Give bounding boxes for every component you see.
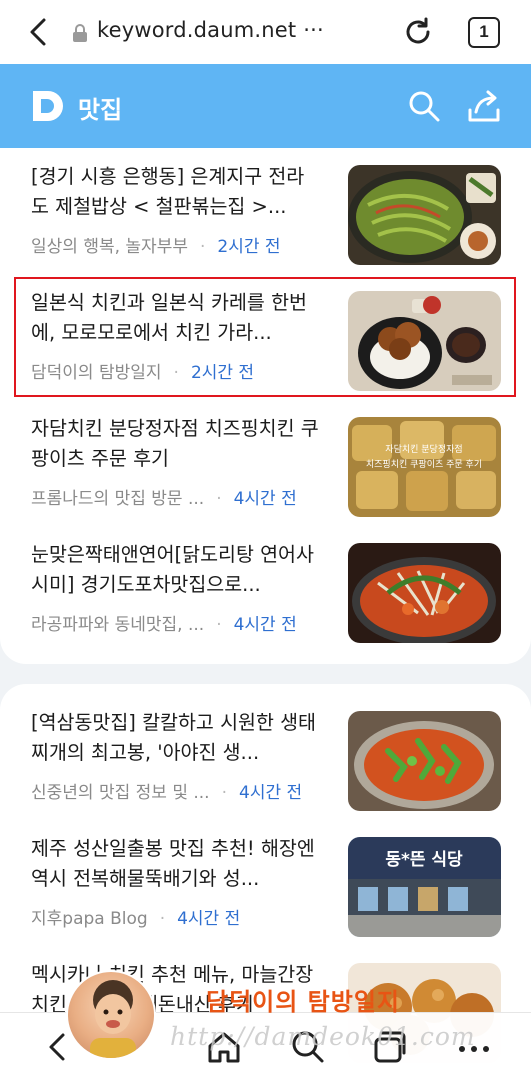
article-time: 4시간 전: [239, 783, 303, 803]
browser-toolbar: keyword.daum.net ··· 1: [0, 0, 531, 64]
article-item[interactable]: 눈맞은짝태앤연어[닭도리탕 연어사시미] 경기도포차맛집으로... 라공파파와 …: [0, 528, 531, 654]
daum-header: 맛집: [0, 64, 531, 148]
article-item[interactable]: [경기 시흥 은행동] 은계지구 전라도 제철밥상 < 철판볶는집 >... 일…: [0, 150, 531, 276]
section-title: 맛집: [78, 96, 123, 124]
thumb-caption: 치즈핑치킨 쿠팡이츠 주문 후기: [366, 458, 482, 470]
search-icon[interactable]: [288, 1027, 328, 1067]
article-meta: 프롬나드의 맛집 방문 ... · 4시간 전: [31, 489, 297, 509]
article-time: 4시간 전: [233, 615, 297, 635]
article-title[interactable]: 제주 성산일출봉 맛집 추천! 해장엔 역시 전복해물뚝배기와 성...: [31, 834, 321, 894]
url-bar[interactable]: keyword.daum.net ···: [97, 18, 324, 42]
lock-icon: [73, 24, 87, 42]
highlight-box: [14, 277, 516, 397]
search-icon[interactable]: [406, 88, 442, 124]
article-title[interactable]: [경기 시흥 은행동] 은계지구 전라도 제철밥상 < 철판볶는집 >...: [31, 162, 321, 222]
article-source: 라공파파와 동네맛집, ...: [31, 615, 205, 635]
home-icon[interactable]: [204, 1027, 244, 1067]
article-title[interactable]: 자담치킨 분당정자점 치즈핑치킨 쿠팡이츠 주문 후기: [31, 414, 321, 474]
share-icon[interactable]: [466, 88, 502, 124]
article-meta: 일상의 행복, 놀자부부 · 2시간 전: [31, 237, 281, 257]
article-card-group: [경기 시흥 은행동] 은계지구 전라도 제철밥상 < 철판볶는집 >... 일…: [0, 148, 531, 664]
article-title[interactable]: [역삼동맛집] 칼칼하고 시원한 생태찌개의 최고봉, '아야진 생...: [31, 708, 321, 768]
article-source: 프롬나드의 맛집 방문 ...: [31, 489, 205, 509]
article-source: 지후papa Blog: [31, 909, 148, 929]
article-thumbnail[interactable]: [348, 543, 501, 643]
daum-logo[interactable]: [30, 88, 66, 124]
article-meta: 신중년의 맛집 정보 및 ... · 4시간 전: [31, 783, 303, 803]
tabs-icon[interactable]: [370, 1027, 410, 1067]
article-meta: 라공파파와 동네맛집, ... · 4시간 전: [31, 615, 297, 635]
reload-icon[interactable]: [400, 14, 436, 50]
back-arrow-icon[interactable]: [22, 14, 58, 50]
thumb-sign: 동*뜬 식당: [385, 850, 463, 870]
article-thumbnail[interactable]: 자담치킨 분당정자점 치즈핑치킨 쿠팡이츠 주문 후기: [348, 417, 501, 517]
article-title[interactable]: 멕시카나 치킨 추천 메뉴, 마늘간장 치킨 ... 치킨 내돈내산 후기: [31, 960, 321, 1020]
article-thumbnail[interactable]: [348, 711, 501, 811]
more-icon[interactable]: [454, 1027, 494, 1067]
bottom-navigation: [0, 1012, 531, 1080]
back-icon[interactable]: [38, 1027, 78, 1067]
article-item[interactable]: [역삼동맛집] 칼칼하고 시원한 생태찌개의 최고봉, '아야진 생... 신중…: [0, 696, 531, 822]
article-title[interactable]: 눈맞은짝태앤연어[닭도리탕 연어사시미] 경기도포차맛집으로...: [31, 540, 321, 600]
article-time: 4시간 전: [177, 909, 241, 929]
thumb-caption: 자담치킨 분당정자점: [385, 443, 462, 455]
article-item[interactable]: 자담치킨 분당정자점 치즈핑치킨 쿠팡이츠 주문 후기 프롬나드의 맛집 방문 …: [0, 402, 531, 528]
tabs-counter-button[interactable]: 1: [468, 17, 500, 48]
article-item[interactable]: 제주 성산일출봉 맛집 추천! 해장엔 역시 전복해물뚝배기와 성... 지후p…: [0, 822, 531, 948]
article-time: 4시간 전: [233, 489, 297, 509]
article-source: 신중년의 맛집 정보 및 ...: [31, 783, 210, 803]
article-source: 일상의 행복, 놀자부부: [31, 237, 188, 257]
article-thumbnail[interactable]: [348, 165, 501, 265]
article-time: 2시간 전: [217, 237, 281, 257]
article-meta: 지후papa Blog · 4시간 전: [31, 909, 241, 929]
article-thumbnail[interactable]: 동*뜬 식당: [348, 837, 501, 937]
